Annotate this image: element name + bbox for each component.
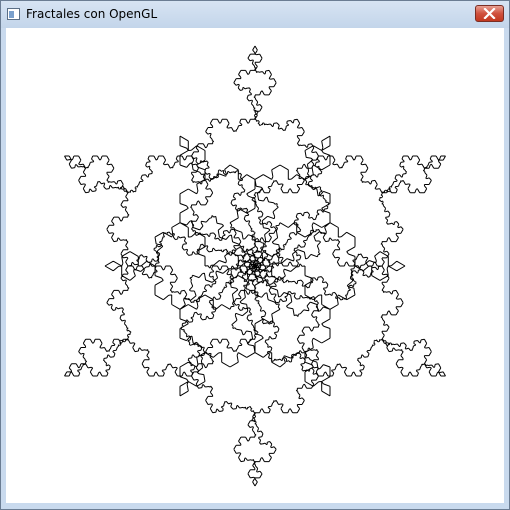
application-window-icon-pane (9, 11, 14, 18)
app-window: Fractales con OpenGL (0, 0, 510, 510)
close-button[interactable] (475, 5, 504, 22)
window-title: Fractales con OpenGL (26, 7, 158, 21)
opengl-canvas[interactable] (6, 28, 504, 503)
application-window-icon[interactable] (7, 8, 20, 20)
close-x-icon (483, 8, 496, 19)
fractal-drawing (64, 45, 446, 487)
title-bar[interactable]: Fractales con OpenGL (1, 1, 509, 28)
fractal-lines (64, 45, 446, 487)
